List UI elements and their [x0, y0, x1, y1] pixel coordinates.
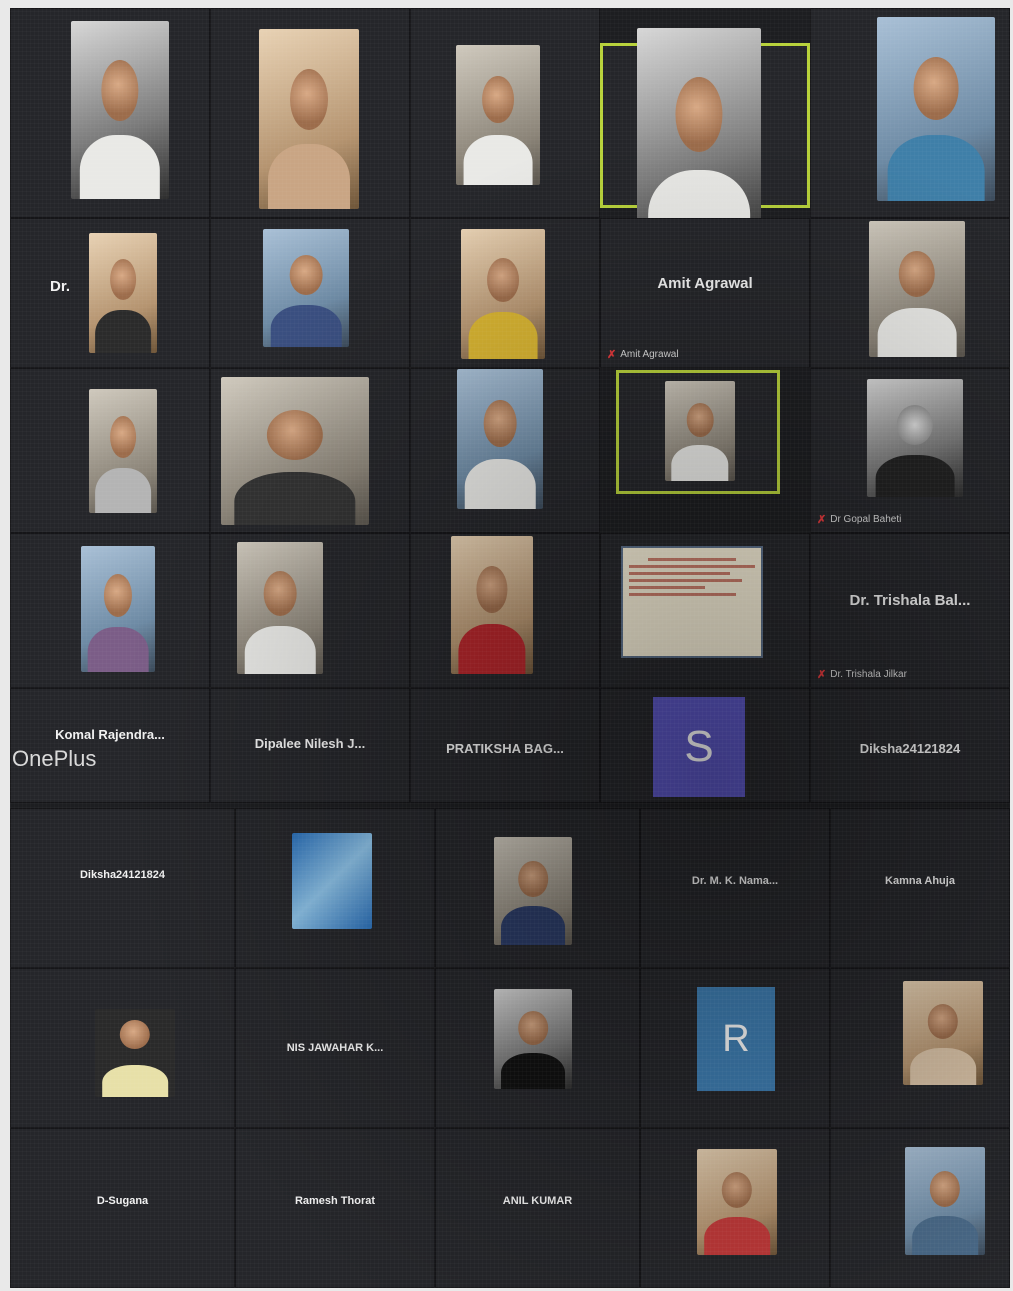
participant-tile[interactable]	[410, 8, 600, 218]
participant-tile[interactable]: ANIL KUMAR	[435, 1128, 640, 1288]
participant-video	[451, 536, 533, 674]
participant-video	[456, 45, 540, 185]
participant-video	[263, 229, 349, 347]
participant-tile-active-speaker[interactable]	[616, 370, 780, 494]
participant-video	[457, 369, 543, 509]
participant-label: ✗ Dr. Trishala Jilkar	[817, 669, 907, 681]
participant-name: Diksha24121824	[79, 869, 165, 882]
participant-tile[interactable]	[235, 808, 435, 968]
participant-tile[interactable]: Dr. Trishala Bal... ✗ Dr. Trishala Jilka…	[810, 533, 1010, 688]
participant-video	[869, 221, 965, 357]
participant-video	[877, 17, 995, 201]
participant-tile[interactable]	[10, 8, 210, 218]
participant-tile[interactable]: PRATIKSHA BAG...	[410, 688, 600, 803]
participant-tile[interactable]: R	[640, 968, 830, 1128]
participant-tile[interactable]: Diksha24121824	[10, 808, 235, 968]
participant-tile[interactable]	[210, 368, 410, 533]
participant-label: ✗ Amit Agrawal	[607, 349, 679, 361]
participant-video	[697, 1149, 777, 1255]
participant-tile-screen-share[interactable]	[600, 533, 810, 688]
participant-video	[494, 837, 572, 945]
mic-muted-icon: ✗	[817, 669, 827, 681]
participant-tile[interactable]	[210, 8, 410, 218]
participant-tile[interactable]: Diksha24121824	[810, 688, 1010, 803]
participant-video	[237, 542, 323, 674]
participant-tile[interactable]: Amit Agrawal ✗ Amit Agrawal	[600, 218, 810, 368]
participant-name: Ramesh Thorat	[294, 1195, 376, 1208]
participant-tile[interactable]	[410, 368, 600, 533]
participant-avatar: S	[653, 697, 745, 797]
participant-video	[637, 28, 761, 250]
participant-tile[interactable]: Dipalee Nilesh J...	[210, 688, 410, 803]
participant-tile[interactable]	[410, 218, 600, 368]
participant-tile[interactable]	[640, 1128, 830, 1288]
participant-video	[71, 21, 169, 199]
participant-tile[interactable]	[10, 533, 210, 688]
participant-video	[221, 377, 369, 525]
participant-label: ✗ Dr Gopal Baheti	[817, 514, 902, 526]
participant-video	[89, 389, 157, 513]
participant-video	[259, 29, 359, 209]
participant-tile[interactable]: S	[600, 688, 810, 803]
participant-tile[interactable]	[10, 368, 210, 533]
participant-tile[interactable]	[830, 968, 1010, 1128]
phone-watermark: OnePlus	[12, 746, 97, 771]
participant-tile[interactable]: Dr.	[10, 218, 210, 368]
video-conference-gallery: Dr. Amit Agrawal ✗ Amit Agrawal ✗ Dr Gop…	[10, 8, 1010, 1288]
participant-video	[905, 1147, 985, 1255]
participant-name: Dipalee Nilesh J...	[254, 736, 366, 752]
participant-tile[interactable]: NIS JAWAHAR K...	[235, 968, 435, 1128]
participant-name: ANIL KUMAR	[502, 1195, 573, 1208]
participant-name: NIS JAWAHAR K...	[286, 1041, 384, 1054]
participant-name: Komal Rajendra...	[55, 727, 165, 743]
participant-video	[292, 833, 372, 929]
participant-tile[interactable]	[210, 533, 410, 688]
participant-avatar: R	[697, 987, 775, 1091]
mic-muted-icon: ✗	[607, 349, 617, 361]
participant-name: Diksha24121824	[859, 740, 961, 756]
participant-video	[95, 1009, 175, 1097]
participant-tile[interactable]	[810, 8, 1010, 218]
participant-tile[interactable]: Kamna Ahuja	[830, 808, 1010, 968]
participant-name: Kamna Ahuja	[885, 875, 955, 888]
participant-name: Amit Agrawal	[657, 275, 753, 293]
participant-tile[interactable]	[435, 808, 640, 968]
participant-name: Dr. M. K. Nama...	[691, 875, 779, 888]
participant-name: D-Sugana	[96, 1195, 149, 1208]
participant-name: Dr. Trishala Bal...	[849, 592, 971, 610]
participant-video	[665, 381, 735, 481]
participant-tile[interactable]	[810, 218, 1010, 368]
mic-muted-icon: ✗	[817, 514, 827, 526]
participant-tile[interactable]	[210, 218, 410, 368]
participant-name: PRATIKSHA BAG...	[446, 740, 564, 756]
participant-tile[interactable]	[10, 968, 235, 1128]
participant-video	[81, 546, 155, 672]
participant-tile[interactable]	[410, 533, 600, 688]
participant-video	[461, 229, 545, 359]
shared-slide	[621, 546, 763, 658]
participant-tile[interactable]: Dr. M. K. Nama...	[640, 808, 830, 968]
participant-tile[interactable]: ✗ Dr Gopal Baheti	[810, 368, 1010, 533]
participant-tile[interactable]	[830, 1128, 1010, 1288]
participant-video	[903, 981, 983, 1085]
participant-video	[867, 379, 963, 497]
participant-tile[interactable]: Ramesh Thorat	[235, 1128, 435, 1288]
participant-tile[interactable]	[435, 968, 640, 1128]
participant-tile-active-speaker[interactable]	[600, 28, 810, 250]
participant-name: Dr.	[49, 278, 70, 296]
participant-video	[494, 989, 572, 1089]
participant-tile[interactable]: D-Sugana	[10, 1128, 235, 1288]
